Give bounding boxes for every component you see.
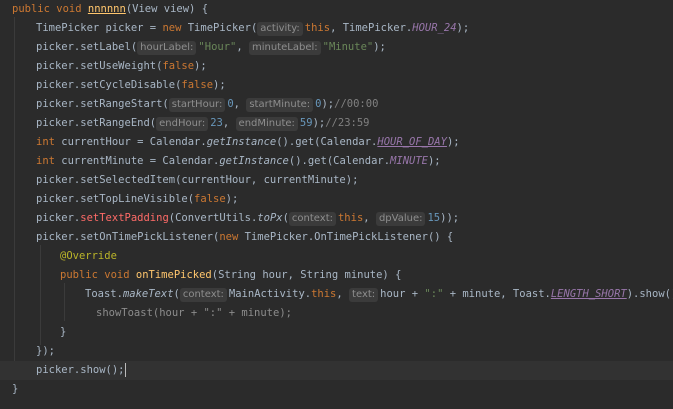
param-hint: startHour: (168, 98, 226, 112)
code-line-20-current: picker.show(); (0, 361, 673, 380)
code-editor[interactable]: public void nnnnnn(View view) { TimePick… (0, 0, 673, 409)
code-line-5: picker.setCycleDisable(false); (36, 79, 226, 91)
param-hint: text: (349, 288, 379, 302)
param-hint: context: (179, 288, 227, 302)
param-hint: minuteLabel: (249, 41, 321, 55)
code-line-9: int currentMinute = Calendar.getInstance… (36, 155, 441, 167)
code-line-21: } (12, 383, 19, 395)
code-line-15: public void onTimePicked(String hour, St… (60, 269, 402, 281)
code-line-14: @Override (60, 250, 117, 262)
param-hint: context: (288, 212, 336, 226)
code-line-6: picker.setRangeStart(startHour: 0, startM… (36, 98, 379, 112)
code-line-3: picker.setLabel(hourLabel: "Hour", minute… (36, 41, 386, 55)
code-line-4: picker.setUseWeight(false); (36, 60, 207, 72)
param-hint: dpValue: (375, 212, 426, 226)
code-line-18: } (60, 326, 67, 338)
code-line-17: showToast(hour + ":" + minute); (96, 307, 292, 319)
text-caret (124, 363, 126, 377)
param-hint: endMinute: (235, 117, 298, 131)
param-hint: activity: (257, 22, 303, 36)
code-line-7: picker.setRangeEnd(endHour: 23, endMinute… (36, 117, 370, 131)
code-line-2: TimePicker picker = new TimePicker(activ… (36, 22, 470, 36)
param-hint: startMinute: (246, 98, 314, 112)
param-hint: endHour: (156, 117, 209, 131)
code-line-16: Toast.makeText(context: MainActivity.this… (85, 288, 673, 302)
code-line-8: int currentHour = Calendar.getInstance()… (36, 136, 460, 148)
code-line-11: picker.setTopLineVisible(false); (36, 193, 239, 205)
code-line-12: picker.setTextPadding(ConvertUtils.toPx(… (36, 212, 460, 226)
param-hint: hourLabel: (137, 41, 197, 55)
code-line-13: picker.setOnTimePickListener(new TimePic… (36, 231, 454, 243)
code-line-10: picker.setSelectedItem(currentHour, curr… (36, 174, 359, 186)
code-line-1: public void nnnnnn(View view) { (12, 3, 209, 15)
code-line-19: }); (36, 345, 55, 357)
